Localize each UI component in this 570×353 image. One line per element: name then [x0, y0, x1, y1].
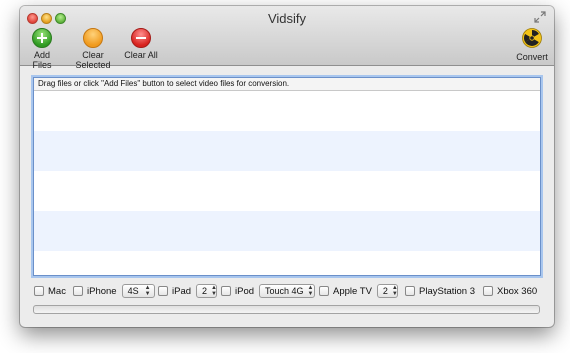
appletv-model-select[interactable]: 2 ▲ ▼	[376, 284, 398, 298]
convert-label: Convert	[516, 52, 548, 62]
stepper-arrows-icon: ▲ ▼	[307, 285, 314, 297]
app-window: Vidsify Add Files Clear Selected Clear A…	[20, 6, 554, 327]
device-options: Mac iPhone 4S ▲ ▼ iPad 2 ▲ ▼ iPod Touch 4G…	[34, 283, 544, 299]
clear-all-label: Clear All	[124, 50, 158, 60]
device-ipad: iPad 2 ▲ ▼	[158, 283, 218, 299]
window-title: Vidsify	[267, 11, 307, 26]
iphone-model-value: 4S	[127, 286, 139, 296]
iphone-checkbox[interactable]	[73, 286, 83, 296]
ipad-model-value: 2	[202, 286, 208, 296]
device-xbox: Xbox 360	[483, 283, 537, 299]
fullscreen-icon[interactable]	[534, 11, 546, 23]
ipod-label: iPod	[235, 285, 255, 297]
mac-label: Mac	[48, 285, 66, 297]
clear-selected-label: Clear Selected	[75, 50, 111, 70]
appletv-checkbox[interactable]	[319, 286, 329, 296]
list-row	[34, 171, 540, 211]
playstation-checkbox[interactable]	[405, 286, 415, 296]
iphone-label: iPhone	[87, 285, 117, 297]
ipod-model-select[interactable]: Touch 4G ▲ ▼	[259, 284, 316, 298]
device-iphone: iPhone 4S ▲ ▼	[73, 283, 155, 299]
stepper-arrows-icon: ▲ ▼	[211, 285, 217, 297]
file-list[interactable]: Drag files or click "Add Files" button t…	[33, 77, 541, 276]
list-row	[34, 91, 540, 131]
list-row	[34, 251, 540, 275]
clear-all-button[interactable]: Clear All	[124, 28, 158, 60]
clear-selected-button[interactable]: Clear Selected	[65, 28, 121, 70]
file-list-header: Drag files or click "Add Files" button t…	[34, 78, 540, 91]
ipod-checkbox[interactable]	[221, 286, 231, 296]
device-mac: Mac	[34, 283, 66, 299]
conversion-progress-bar	[33, 305, 540, 314]
add-files-label: Add Files	[32, 50, 52, 70]
device-ipod: iPod Touch 4G ▲ ▼	[221, 283, 316, 299]
device-appletv: Apple TV 2 ▲ ▼	[319, 283, 398, 299]
list-row	[34, 131, 540, 171]
clear-all-icon	[131, 28, 151, 48]
ipad-model-select[interactable]: 2 ▲ ▼	[196, 284, 218, 298]
radiation-icon	[522, 28, 542, 48]
stepper-arrows-icon: ▲ ▼	[144, 285, 151, 297]
ipod-model-value: Touch 4G	[265, 286, 304, 296]
appletv-model-value: 2	[382, 286, 388, 296]
toolbar: Vidsify Add Files Clear Selected Clear A…	[20, 6, 554, 70]
ipad-label: iPad	[172, 285, 192, 297]
mac-checkbox[interactable]	[34, 286, 44, 296]
list-row	[34, 211, 540, 251]
add-files-button[interactable]: Add Files	[26, 28, 58, 70]
iphone-model-select[interactable]: 4S ▲ ▼	[121, 284, 155, 298]
appletv-label: Apple TV	[333, 285, 372, 297]
device-playstation: PlayStation 3	[405, 283, 475, 299]
ipad-checkbox[interactable]	[158, 286, 168, 296]
add-icon	[32, 28, 52, 48]
stepper-arrows-icon: ▲ ▼	[391, 285, 398, 297]
playstation-label: PlayStation 3	[419, 285, 475, 297]
xbox-label: Xbox 360	[497, 285, 538, 297]
convert-button[interactable]: Convert	[515, 28, 549, 62]
xbox-checkbox[interactable]	[483, 286, 493, 296]
clear-selected-icon	[83, 28, 103, 48]
